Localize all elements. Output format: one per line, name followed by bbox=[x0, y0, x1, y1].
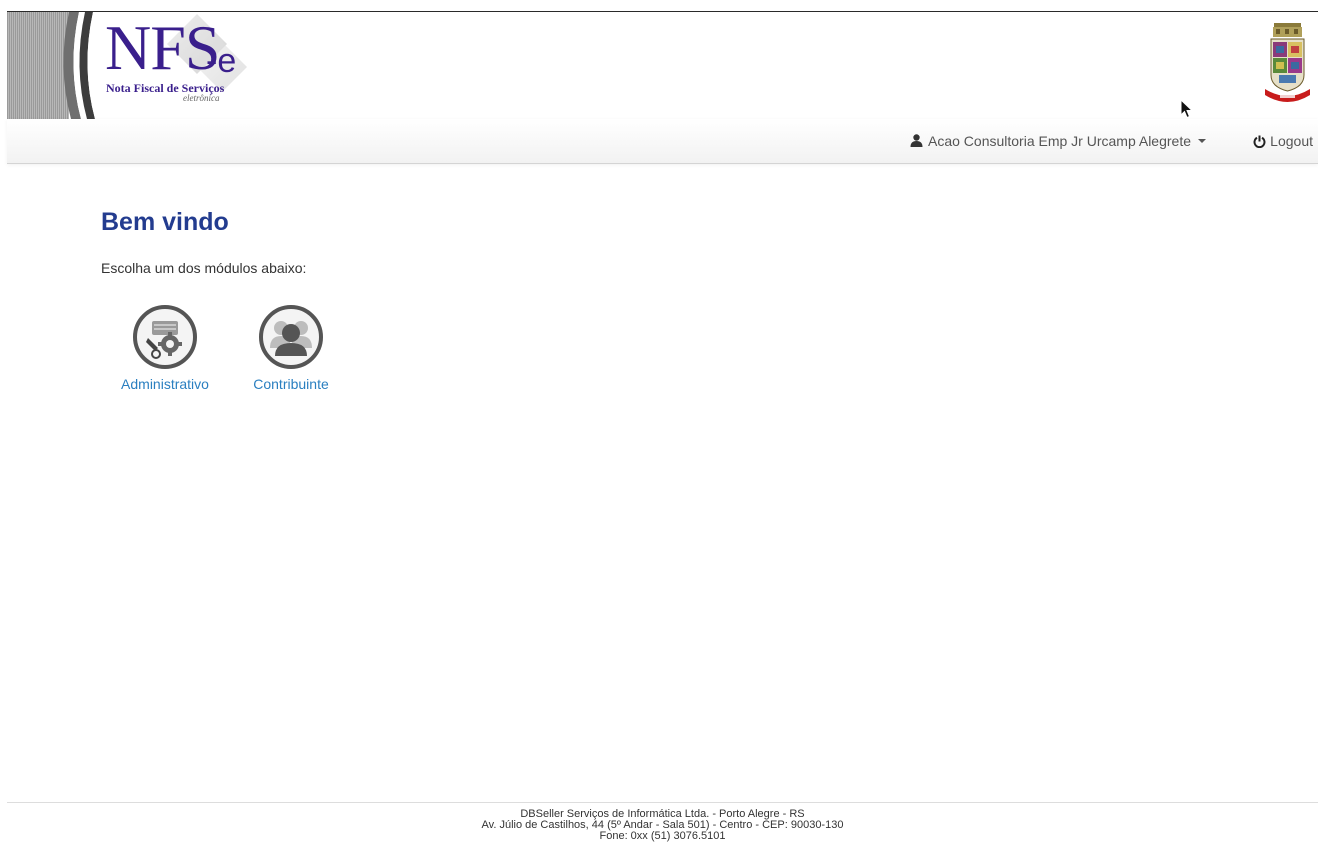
footer: DBSeller Serviços de Informática Ltda. -… bbox=[7, 802, 1318, 852]
user-name: Acao Consultoria Emp Jr Urcamp Alegrete bbox=[928, 133, 1191, 149]
module-administrativo[interactable]: Administrativo bbox=[115, 304, 215, 393]
module-label-administrativo: Administrativo bbox=[121, 376, 209, 392]
logo-brand-suffix: -e bbox=[206, 42, 237, 80]
coat-of-arms-icon bbox=[1265, 23, 1310, 102]
logo-tagline: eletrônica bbox=[183, 93, 220, 103]
chevron-down-icon bbox=[1198, 139, 1206, 143]
page-title: Bem vindo bbox=[101, 208, 229, 236]
user-menu-dropdown[interactable]: Acao Consultoria Emp Jr Urcamp Alegrete bbox=[910, 119, 1206, 163]
footer-phone: Fone: 0xx (51) 3076.5101 bbox=[599, 830, 726, 842]
logout-button[interactable]: Logout bbox=[1253, 119, 1313, 163]
admin-gear-icon bbox=[133, 305, 197, 369]
user-icon bbox=[910, 133, 923, 147]
logo-brand-main: NFS bbox=[105, 12, 220, 83]
top-navbar: Acao Consultoria Emp Jr Urcamp Alegrete … bbox=[7, 119, 1318, 164]
power-icon bbox=[1253, 135, 1266, 148]
nfse-logo: NFS -e Nota Fiscal de Serviços eletrônic… bbox=[105, 16, 275, 116]
page: NFS -e Nota Fiscal de Serviços eletrônic… bbox=[0, 0, 1318, 852]
mouse-cursor-icon bbox=[1180, 99, 1194, 119]
page-subtitle: Escolha um dos módulos abaixo: bbox=[101, 260, 307, 276]
module-label-contribuinte: Contribuinte bbox=[253, 376, 329, 392]
module-contribuinte[interactable]: Contribuinte bbox=[241, 304, 341, 393]
logout-label: Logout bbox=[1270, 133, 1313, 149]
users-icon bbox=[259, 305, 323, 369]
